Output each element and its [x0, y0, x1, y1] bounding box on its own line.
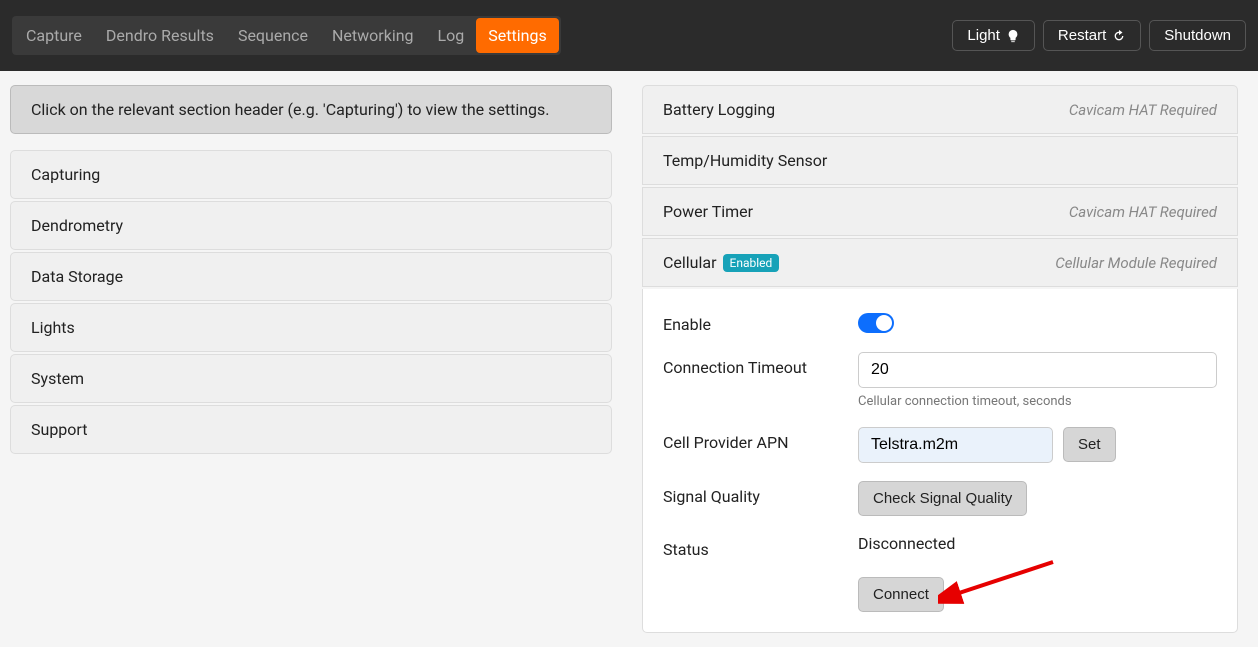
navbar: Capture Dendro Results Sequence Networki… [0, 0, 1258, 71]
main-content: Click on the relevant section header (e.… [0, 71, 1258, 647]
check-signal-button[interactable]: Check Signal Quality [858, 481, 1027, 516]
section-support[interactable]: Support [10, 405, 612, 454]
restart-button-label: Restart [1058, 27, 1106, 44]
light-button[interactable]: Light [952, 20, 1035, 51]
timeout-label: Connection Timeout [663, 352, 858, 377]
restart-icon [1112, 29, 1126, 43]
section-capturing[interactable]: Capturing [10, 150, 612, 199]
panel-cellular[interactable]: Cellular Enabled Cellular Module Require… [642, 238, 1238, 287]
panel-title: Cellular [663, 253, 717, 272]
info-message: Click on the relevant section header (e.… [10, 85, 612, 134]
right-column: Battery Logging Cavicam HAT Required Tem… [642, 85, 1238, 633]
tab-dendro-results[interactable]: Dendro Results [94, 18, 226, 53]
section-system[interactable]: System [10, 354, 612, 403]
status-value: Disconnected [858, 534, 955, 553]
apn-label: Cell Provider APN [663, 427, 858, 452]
nav-actions: Light Restart Shutdown [952, 20, 1246, 51]
timeout-input[interactable] [858, 352, 1217, 388]
shutdown-button-label: Shutdown [1164, 27, 1231, 44]
tab-capture[interactable]: Capture [14, 18, 94, 53]
panel-note: Cellular Module Required [1055, 254, 1217, 272]
panel-battery-logging[interactable]: Battery Logging Cavicam HAT Required [642, 85, 1238, 134]
section-dendrometry[interactable]: Dendrometry [10, 201, 612, 250]
left-column: Click on the relevant section header (e.… [10, 85, 612, 633]
panel-list: Battery Logging Cavicam HAT Required Tem… [642, 85, 1238, 633]
connect-button[interactable]: Connect [858, 577, 944, 612]
restart-button[interactable]: Restart [1043, 20, 1141, 51]
panel-title: Power Timer [663, 202, 753, 221]
section-data-storage[interactable]: Data Storage [10, 252, 612, 301]
tab-log[interactable]: Log [426, 18, 477, 53]
panel-power-timer[interactable]: Power Timer Cavicam HAT Required [642, 187, 1238, 236]
enable-label: Enable [663, 309, 858, 334]
panel-note: Cavicam HAT Required [1069, 203, 1217, 221]
panel-temp-humidity[interactable]: Temp/Humidity Sensor [642, 136, 1238, 185]
tab-sequence[interactable]: Sequence [226, 18, 320, 53]
section-lights[interactable]: Lights [10, 303, 612, 352]
tab-networking[interactable]: Networking [320, 18, 426, 53]
enable-toggle[interactable] [858, 313, 894, 333]
cellular-panel-body: Enable Connection Timeout Cellular conne… [642, 289, 1238, 633]
timeout-help: Cellular connection timeout, seconds [858, 394, 1217, 409]
status-label: Status [663, 534, 858, 559]
panel-title: Temp/Humidity Sensor [663, 151, 827, 170]
tab-settings[interactable]: Settings [476, 18, 558, 53]
section-list: Capturing Dendrometry Data Storage Light… [10, 150, 612, 454]
panel-note: Cavicam HAT Required [1069, 101, 1217, 119]
apn-input[interactable] [858, 427, 1053, 463]
panel-title: Battery Logging [663, 100, 775, 119]
light-button-label: Light [967, 27, 1000, 44]
set-button[interactable]: Set [1063, 427, 1116, 462]
nav-tabs: Capture Dendro Results Sequence Networki… [12, 16, 561, 55]
signal-label: Signal Quality [663, 481, 858, 506]
panel-title-wrap: Cellular Enabled [663, 253, 779, 272]
shutdown-button[interactable]: Shutdown [1149, 20, 1246, 51]
enabled-badge: Enabled [723, 254, 780, 272]
lightbulb-icon [1006, 29, 1020, 43]
arrow-annotation-icon [938, 557, 1058, 607]
